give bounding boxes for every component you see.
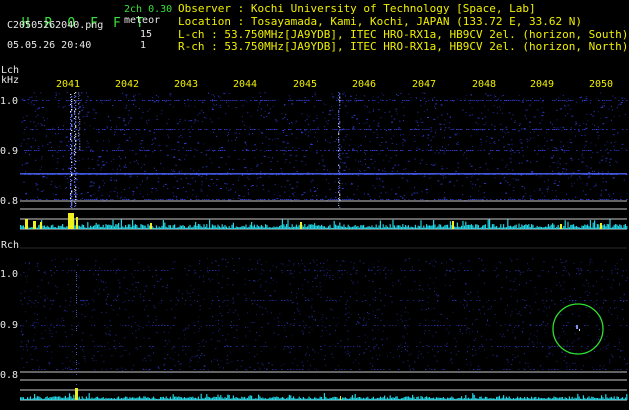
lch-spectrogram — [20, 92, 628, 208]
rch-spectrogram — [20, 258, 628, 399]
panel-lines — [20, 200, 628, 401]
spectrogram-canvas — [20, 92, 628, 401]
